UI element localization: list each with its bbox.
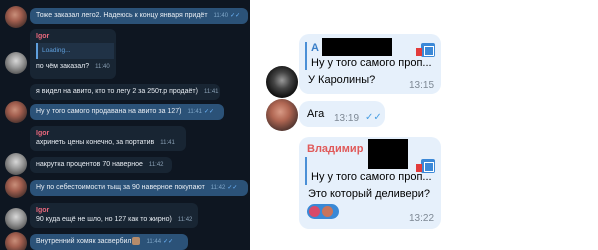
- message-bubble[interactable]: Владимир Ну у того самого проп... Это ко…: [299, 137, 441, 229]
- message-time: 11:42: [210, 185, 226, 191]
- read-ticks-icon: ✓✓: [230, 13, 241, 19]
- quote-author: А: [311, 42, 319, 54]
- message-time: 11:44: [146, 239, 162, 245]
- message-time: 11:42: [148, 162, 164, 168]
- hamster-emoji-icon: [132, 237, 141, 246]
- message-bubble[interactable]: Igor 90 куда ещё не шло, но 127 как то ж…: [30, 203, 198, 228]
- reaction-avatar: [322, 206, 333, 217]
- message-bubble[interactable]: Ага 13:19 ✓✓: [299, 101, 385, 127]
- media-tile-icon: [421, 43, 435, 57]
- message-text: Ага: [307, 108, 325, 120]
- message-bubble[interactable]: Igor ахринеть цены конечно, за портатив 1…: [30, 126, 186, 151]
- sender-name: Igor: [36, 33, 50, 40]
- reply-preview[interactable]: Loading...: [36, 43, 114, 59]
- avatar[interactable]: [266, 66, 298, 98]
- avatar[interactable]: [5, 176, 27, 198]
- avatar[interactable]: [5, 232, 27, 250]
- message-bubble[interactable]: Ну по себестоимости тыщ за 90 наверное п…: [30, 180, 248, 196]
- read-ticks-icon: ✓✓: [365, 112, 382, 123]
- message-time: 11:42: [177, 217, 193, 223]
- message-bubble[interactable]: накрутка процентов 70 наверное 11:42: [30, 157, 172, 173]
- message-text: Ну по себестоимости тыщ за 90 наверное п…: [36, 184, 205, 191]
- message-time: 11:41: [187, 109, 203, 115]
- message-time: 11:41: [160, 140, 175, 146]
- message-time: 11:40: [213, 13, 229, 19]
- quote-text[interactable]: Ну у того самого проп...: [311, 57, 432, 69]
- message-time: 13:15: [409, 80, 435, 91]
- read-ticks-icon: ✓✓: [227, 185, 238, 191]
- message-text: Это который деливери?: [308, 188, 431, 200]
- redacted-block: [368, 139, 408, 169]
- message-text: я видел на авито, кто то легу 2 за 250т.…: [36, 88, 198, 95]
- message-text: ахринеть цены конечно, за портатив: [36, 139, 155, 146]
- message-bubble[interactable]: Тоже заказал лего2. Надеюсь к концу янва…: [30, 8, 248, 24]
- avatar[interactable]: [5, 52, 27, 74]
- avatar[interactable]: [266, 99, 298, 131]
- message-bubble[interactable]: я видел на авито, кто то легу 2 за 250т.…: [30, 84, 220, 100]
- message-time: 11:41: [203, 89, 219, 95]
- message-text: Ну у того самого продавана на авито за 1…: [36, 108, 182, 115]
- quote-bar: [305, 157, 307, 185]
- right-chat-panel: А Ну у того самого проп... У Каролины? 1…: [256, 0, 598, 250]
- message-text: по чём заказал?: [36, 63, 90, 70]
- left-chat-panel: Тоже заказал лего2. Надеюсь к концу янва…: [0, 0, 250, 250]
- message-text: 90 куда ещё не шло, но 127 как то жирно): [36, 216, 172, 223]
- reactions-pill[interactable]: [307, 204, 339, 219]
- message-text: Тоже заказал лего2. Надеюсь к концу янва…: [36, 12, 208, 19]
- reaction-avatar: [309, 206, 320, 217]
- quote-bar: [305, 42, 307, 70]
- message-text: Внутренний хомяк засвербил: [36, 238, 132, 245]
- avatar[interactable]: [5, 153, 27, 175]
- message-bubble[interactable]: А Ну у того самого проп... У Каролины? 1…: [299, 34, 441, 94]
- avatar[interactable]: [5, 6, 27, 28]
- redacted-block: [322, 38, 392, 56]
- message-time: 13:22: [409, 213, 435, 224]
- read-ticks-icon: ✓✓: [204, 109, 215, 115]
- message-time: 11:40: [95, 64, 110, 70]
- message-bubble[interactable]: Ну у того самого продавана на авито за 1…: [30, 104, 224, 120]
- avatar[interactable]: [5, 208, 27, 230]
- quote-text[interactable]: Ну у того самого проп...: [311, 171, 432, 183]
- message-bubble[interactable]: Igor Loading... по чём заказал? 11:40: [30, 29, 116, 79]
- message-text: накрутка процентов 70 наверное: [36, 161, 143, 168]
- avatar[interactable]: [5, 101, 27, 123]
- sender-name: Владимир: [307, 143, 364, 155]
- read-ticks-icon: ✓✓: [163, 239, 174, 245]
- message-time: 13:19: [334, 113, 360, 124]
- sender-name: Igor: [36, 207, 50, 214]
- message-bubble[interactable]: Внутренний хомяк засвербил 11:44 ✓✓: [30, 234, 188, 250]
- message-text: У Каролины?: [308, 74, 376, 86]
- media-marker-icon: [416, 48, 422, 56]
- sender-name: Igor: [36, 130, 50, 137]
